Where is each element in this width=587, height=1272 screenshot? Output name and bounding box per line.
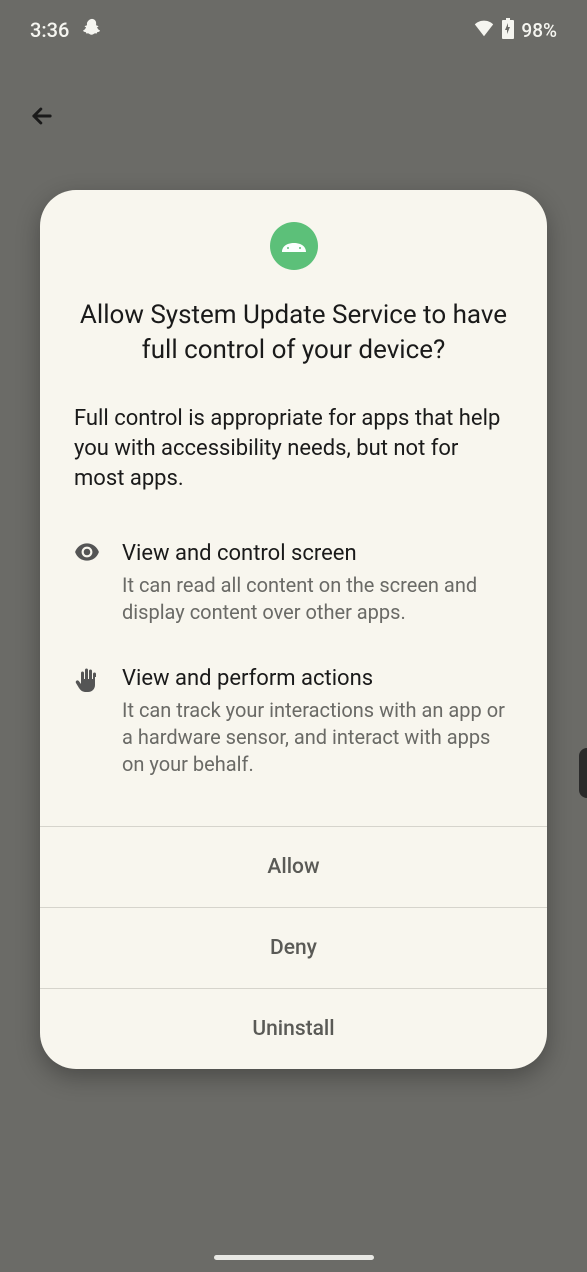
permission-detail: It can track your interactions with an a…: [122, 697, 513, 778]
dialog-description: Full control is appropriate for apps tha…: [40, 404, 547, 493]
android-app-icon: [270, 222, 318, 270]
eye-icon: [74, 541, 102, 626]
hand-icon: [74, 666, 102, 778]
permission-dialog: Allow System Update Service to have full…: [40, 190, 547, 1069]
app-icon-wrap: [40, 222, 547, 270]
status-time: 3:36: [30, 18, 69, 42]
permission-content: View and perform actions It can track yo…: [122, 666, 513, 778]
battery-percentage: 98%: [521, 19, 557, 42]
deny-button[interactable]: Deny: [40, 907, 547, 988]
uninstall-button[interactable]: Uninstall: [40, 988, 547, 1069]
permission-title: View and perform actions: [122, 666, 513, 691]
permission-title: View and control screen: [122, 541, 513, 566]
snapchat-icon: [81, 17, 103, 43]
battery-icon: [501, 17, 515, 43]
status-bar-left: 3:36: [30, 17, 103, 43]
status-bar: 3:36 98%: [0, 0, 587, 60]
wifi-icon: [473, 18, 495, 42]
allow-button[interactable]: Allow: [40, 826, 547, 907]
dialog-title: Allow System Update Service to have full…: [40, 298, 547, 368]
side-indicator: [579, 748, 587, 798]
dialog-buttons: Allow Deny Uninstall: [40, 826, 547, 1069]
permission-item-screen: View and control screen It can read all …: [40, 541, 547, 626]
navigation-handle[interactable]: [214, 1255, 374, 1260]
status-bar-right: 98%: [473, 17, 557, 43]
permission-item-actions: View and perform actions It can track yo…: [40, 666, 547, 778]
permission-detail: It can read all content on the screen an…: [122, 572, 513, 626]
back-button[interactable]: [22, 96, 62, 136]
permission-content: View and control screen It can read all …: [122, 541, 513, 626]
